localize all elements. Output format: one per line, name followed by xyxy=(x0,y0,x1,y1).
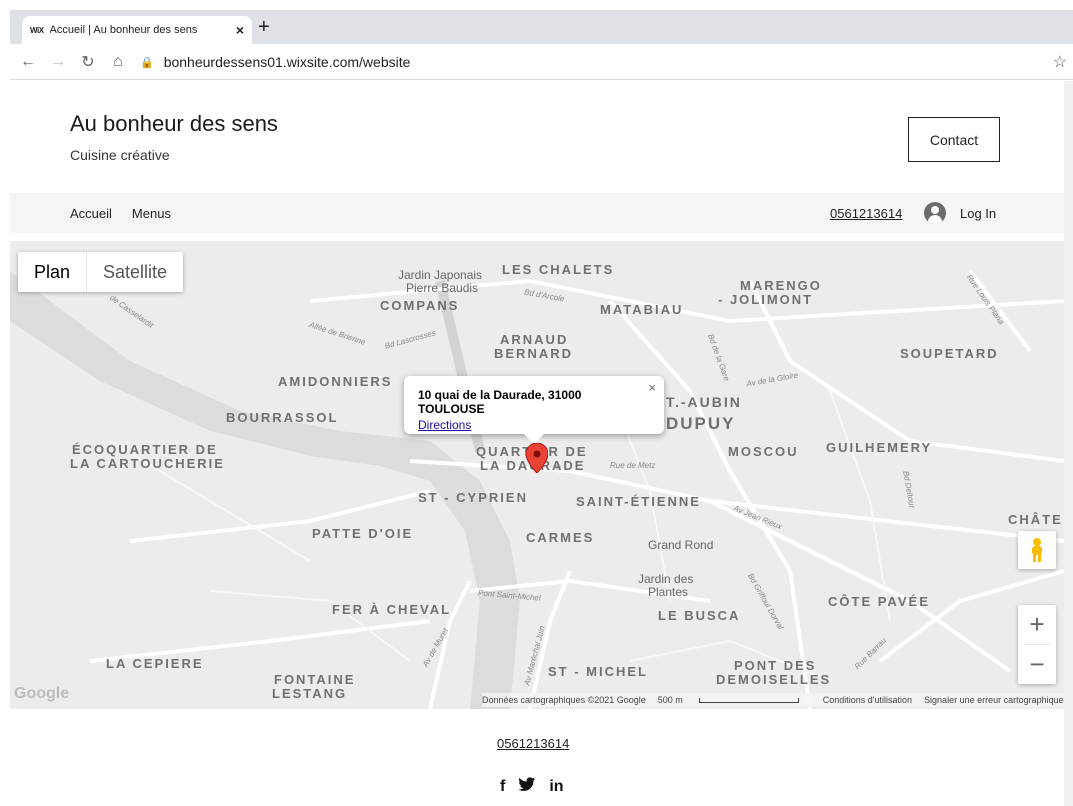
map-district-label: BERNARD xyxy=(494,346,573,361)
map-type-plan-button[interactable]: Plan xyxy=(18,252,86,292)
map-district-label: LA CEPIERE xyxy=(106,656,204,671)
google-logo[interactable]: Google xyxy=(14,685,69,703)
report-error-link[interactable]: Signaler une erreur cartographique xyxy=(924,695,1064,705)
map-marker-icon[interactable] xyxy=(526,443,548,473)
url-text: bonheurdessens01.wixsite.com/website xyxy=(163,54,411,70)
zoom-out-button[interactable]: − xyxy=(1018,645,1056,684)
street-view-pegman-icon[interactable] xyxy=(1018,531,1056,569)
site-tagline: Cuisine créative xyxy=(70,147,170,163)
nav-menu: Accueil Menus xyxy=(70,206,171,221)
user-avatar-icon[interactable] xyxy=(924,202,946,224)
facebook-icon[interactable]: f xyxy=(500,778,505,796)
map-district-label: SOUPETARD xyxy=(900,346,999,361)
scale-bar xyxy=(698,698,799,703)
page-scrollbar[interactable] xyxy=(1064,81,1073,806)
map-district-label: CARMES xyxy=(526,530,595,545)
twitter-icon[interactable] xyxy=(518,777,536,796)
tab-close-icon[interactable]: × xyxy=(236,22,244,38)
map-street-label: Rue de Metz xyxy=(610,461,656,470)
address-bar[interactable]: 🔒 bonheurdessens01.wixsite.com/website xyxy=(140,50,1060,74)
map-district-label: MOSCOU xyxy=(728,444,799,459)
map-district-label: AMIDONNIERS xyxy=(278,374,393,389)
new-tab-button[interactable]: + xyxy=(258,16,270,38)
map-district-label: FER À CHEVAL xyxy=(332,602,452,617)
back-arrow-icon[interactable]: ← xyxy=(16,53,40,71)
login-link[interactable]: Log In xyxy=(960,206,996,221)
tab-title: Accueil | Au bonheur des sens xyxy=(49,24,198,36)
map-place-label: Pierre Baudis xyxy=(406,281,479,295)
map-district-label: T.-AUBIN xyxy=(666,394,742,410)
zoom-in-button[interactable]: + xyxy=(1018,605,1056,644)
home-icon[interactable]: ⌂ xyxy=(106,53,130,71)
site-name[interactable]: Au bonheur des sens xyxy=(70,111,278,137)
map-district-label: PATTE D'OIE xyxy=(312,526,414,541)
map-district-label: ÉCOQUARTIER DE xyxy=(72,442,218,457)
map-district-label: CHÂTE xyxy=(1008,512,1063,527)
map-type-satellite-button[interactable]: Satellite xyxy=(86,252,183,292)
footer-phone-link[interactable]: 0561213614 xyxy=(497,736,569,751)
map-scale-label: 500 m xyxy=(657,695,683,705)
star-icon[interactable]: ☆ xyxy=(1053,52,1067,72)
map-district-label: SAINT-ÉTIENNE xyxy=(576,494,701,509)
map-attribution: Données cartographiques ©2021 Google 500… xyxy=(482,693,1064,707)
google-map[interactable]: Plan Satellite LES CHALETS MARENGO - JOL… xyxy=(10,241,1064,709)
map-district-label: COMPANS xyxy=(380,298,460,313)
map-district-label: MATABIAU xyxy=(600,302,684,317)
map-district-label: FONTAINE xyxy=(274,672,356,687)
site-navbar: Accueil Menus 0561213614 Log In xyxy=(10,193,1064,233)
map-district-label: LESTANG xyxy=(272,686,348,701)
map-type-control: Plan Satellite xyxy=(18,252,184,292)
map-district-label: MARENGO xyxy=(740,278,822,293)
map-district-label: LES CHALETS xyxy=(502,262,615,277)
map-district-label: - JOLIMONT xyxy=(718,292,814,307)
map-place-label: Grand Rond xyxy=(648,538,714,552)
lock-icon[interactable]: 🔒 xyxy=(140,56,154,69)
zoom-control: + − xyxy=(1018,605,1056,684)
browser-tab-bar: WiX Accueil | Au bonheur des sens × + xyxy=(10,10,1073,44)
map-district-label: LA CARTOUCHERIE xyxy=(70,456,225,471)
linkedin-icon[interactable]: in xyxy=(549,778,563,796)
nav-item-menus[interactable]: Menus xyxy=(132,206,171,221)
map-district-label: DUPUY xyxy=(666,414,736,433)
map-district-label: ST - MICHEL xyxy=(548,664,648,679)
map-data-credit: Données cartographiques ©2021 Google xyxy=(482,695,646,705)
wix-favicon-icon: WiX xyxy=(30,25,44,35)
map-district-label: BOURRASSOL xyxy=(226,410,339,425)
map-info-window: 10 quai de la Daurade, 31000 TOULOUSE Di… xyxy=(404,376,664,444)
map-place-label: Plantes xyxy=(648,585,689,599)
map-scale[interactable]: 500 m xyxy=(658,695,811,705)
contact-button[interactable]: Contact xyxy=(908,117,1000,162)
map-district-label: CÔTE PAVÉE xyxy=(828,594,930,609)
map-district-label: ST - CYPRIEN xyxy=(418,490,528,505)
social-links: f in xyxy=(500,777,564,796)
map-district-label: LE BUSCA xyxy=(658,608,741,623)
brand: Au bonheur des sens Cuisine créative xyxy=(70,111,278,163)
forward-arrow-icon[interactable]: → xyxy=(46,53,70,71)
info-window-address: 10 quai de la Daurade, 31000 TOULOUSE xyxy=(418,388,582,416)
website: Au bonheur des sens Cuisine créative Con… xyxy=(10,81,1064,806)
directions-link[interactable]: Directions xyxy=(418,418,471,432)
browser-toolbar: ← → ↻ ⌂ 🔒 bonheurdessens01.wixsite.com/w… xyxy=(10,44,1073,80)
nav-item-accueil[interactable]: Accueil xyxy=(70,206,112,221)
browser-tab[interactable]: WiX Accueil | Au bonheur des sens × xyxy=(22,16,252,44)
reload-icon[interactable]: ↻ xyxy=(76,52,100,72)
map-district-label: GUILHEMERY xyxy=(826,440,933,455)
map-district-label: ARNAUD xyxy=(500,332,569,347)
map-district-label: DEMOISELLES xyxy=(716,672,832,687)
map-district-label: PONT DES xyxy=(734,658,817,673)
nav-phone-link[interactable]: 0561213614 xyxy=(830,206,902,221)
info-window-close-icon[interactable]: × xyxy=(648,380,656,395)
terms-link[interactable]: Conditions d'utilisation xyxy=(823,695,912,705)
